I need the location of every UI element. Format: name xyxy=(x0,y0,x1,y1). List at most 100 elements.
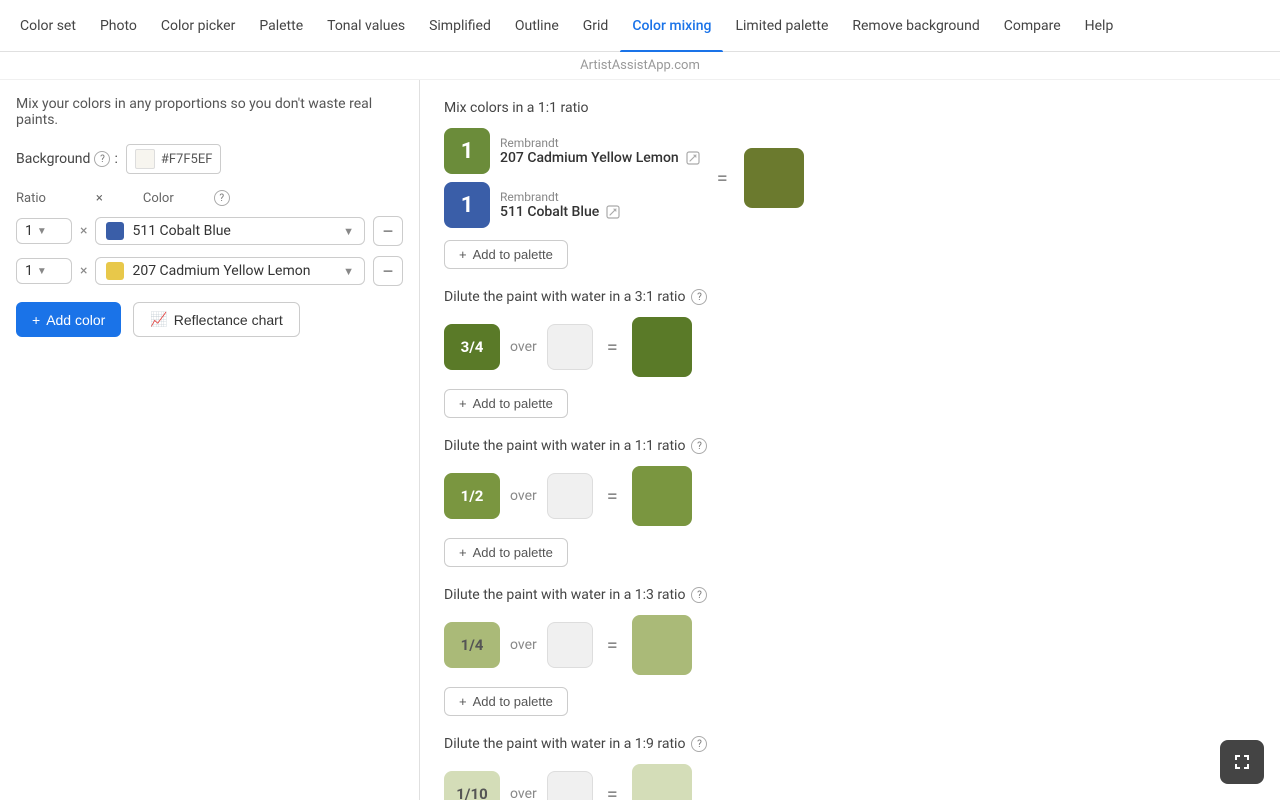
mix-1-1-title: Mix colors in a 1:1 ratio xyxy=(444,100,1256,116)
add-to-palette-mix[interactable]: + Add to palette xyxy=(444,240,568,269)
color-help-icon[interactable]: ? xyxy=(214,190,230,206)
color-chevron-1: ▼ xyxy=(343,225,354,238)
expand-button[interactable] xyxy=(1220,740,1264,784)
color-name-2: 207 Cadmium Yellow Lemon xyxy=(132,263,335,279)
nav-item-compare[interactable]: Compare xyxy=(992,0,1073,52)
dilute-result-2 xyxy=(632,615,692,675)
dilute-title-text-3: Dilute the paint with water in a 1:9 rat… xyxy=(444,736,685,752)
nav-item-color-set[interactable]: Color set xyxy=(8,0,88,52)
nav-item-outline[interactable]: Outline xyxy=(503,0,571,52)
nav-bar: Color setPhotoColor pickerPaletteTonal v… xyxy=(0,0,1280,52)
color-dot-2 xyxy=(106,262,124,280)
dilute-sections: Dilute the paint with water in a 3:1 rat… xyxy=(444,289,1256,800)
bottom-buttons: + Add color 📈 Reflectance chart xyxy=(16,302,403,337)
add-icon-dilute-2: + xyxy=(459,694,467,709)
over-text-3: over xyxy=(510,786,537,800)
add-to-palette-dilute-2[interactable]: + Add to palette xyxy=(444,687,568,716)
background-label: Background ?: xyxy=(16,151,118,167)
dilute-row-3: 1/10 over = xyxy=(444,764,1256,800)
nav-item-photo[interactable]: Photo xyxy=(88,0,149,52)
equals-dilute-1: = xyxy=(603,484,622,508)
dilute-row-0: 3/4 over = xyxy=(444,317,1256,377)
chart-icon: 📈 xyxy=(150,311,167,328)
dilute-help-icon-2[interactable]: ? xyxy=(691,587,707,603)
dilute-badge-2: 1/4 xyxy=(444,622,500,668)
ratio-select-1[interactable]: 1 ▼ xyxy=(16,218,72,244)
paint-info-1: Rembrandt 207 Cadmium Yellow Lemon xyxy=(500,136,701,166)
dilute-title-text-1: Dilute the paint with water in a 1:1 rat… xyxy=(444,438,685,454)
dilute-row-1: 1/2 over = xyxy=(444,466,1256,526)
dilute-result-1 xyxy=(632,466,692,526)
remove-color-2[interactable]: − xyxy=(373,256,403,286)
nav-item-palette[interactable]: Palette xyxy=(247,0,315,52)
dilute-section-1: Dilute the paint with water in a 1:1 rat… xyxy=(444,438,1256,567)
color-selector-1[interactable]: 511 Cobalt Blue ▼ xyxy=(95,217,365,245)
background-swatch xyxy=(135,149,155,169)
paint-badge-1: 1 xyxy=(444,128,490,174)
paint-entry-2: 1 Rembrandt 511 Cobalt Blue xyxy=(444,182,701,228)
ratio-value-2: 1 xyxy=(25,263,33,279)
color-row-1: 1 ▼ × 511 Cobalt Blue ▼ − xyxy=(16,216,403,246)
paint-entries: 1 Rembrandt 207 Cadmium Yellow Lemon xyxy=(444,128,701,228)
add-palette-label-dilute-2: Add to palette xyxy=(473,694,553,709)
dilute-help-icon-3[interactable]: ? xyxy=(691,736,707,752)
color-chevron-2: ▼ xyxy=(343,265,354,278)
nav-item-help[interactable]: Help xyxy=(1073,0,1126,52)
nav-item-tonal-values[interactable]: Tonal values xyxy=(315,0,417,52)
ratio-value-1: 1 xyxy=(25,223,33,239)
water-swatch-0 xyxy=(547,324,593,370)
watermark: ArtistAssistApp.com xyxy=(0,52,1280,80)
dilute-help-icon-0[interactable]: ? xyxy=(691,289,707,305)
ratio-chevron-2: ▼ xyxy=(37,266,47,277)
over-text-2: over xyxy=(510,637,537,653)
over-text-0: over xyxy=(510,339,537,355)
add-icon-dilute-1: + xyxy=(459,545,467,560)
dilute-row-2: 1/4 over = xyxy=(444,615,1256,675)
ratio-chevron-1: ▼ xyxy=(37,226,47,237)
background-help-icon[interactable]: ? xyxy=(94,151,110,167)
dilute-title-0: Dilute the paint with water in a 3:1 rat… xyxy=(444,289,1256,305)
times-1: × xyxy=(80,223,87,239)
paint-name-text-1: 207 Cadmium Yellow Lemon xyxy=(500,150,679,166)
color-row-2: 1 ▼ × 207 Cadmium Yellow Lemon ▼ − xyxy=(16,256,403,286)
right-panel: Mix colors in a 1:1 ratio 1 Rembrandt 20… xyxy=(420,80,1280,800)
nav-item-simplified[interactable]: Simplified xyxy=(417,0,503,52)
ratio-select-2[interactable]: 1 ▼ xyxy=(16,258,72,284)
edit-icon-1[interactable] xyxy=(685,150,701,166)
nav-item-color-picker[interactable]: Color picker xyxy=(149,0,247,52)
color-dot-1 xyxy=(106,222,124,240)
remove-color-1[interactable]: − xyxy=(373,216,403,246)
nav-item-remove-background[interactable]: Remove background xyxy=(840,0,991,52)
over-text-1: over xyxy=(510,488,537,504)
add-palette-label-dilute-1: Add to palette xyxy=(473,545,553,560)
paint-name-2: 511 Cobalt Blue xyxy=(500,204,621,220)
water-swatch-1 xyxy=(547,473,593,519)
paint-entry-1: 1 Rembrandt 207 Cadmium Yellow Lemon xyxy=(444,128,701,174)
reflectance-chart-button[interactable]: 📈 Reflectance chart xyxy=(133,302,299,337)
add-color-label: Add color xyxy=(46,312,105,328)
dilute-badge-1: 1/2 xyxy=(444,473,500,519)
dilute-badge-0: 3/4 xyxy=(444,324,500,370)
dilute-title-text-2: Dilute the paint with water in a 1:3 rat… xyxy=(444,587,685,603)
dilute-result-3 xyxy=(632,764,692,800)
nav-item-color-mixing[interactable]: Color mixing xyxy=(620,0,723,52)
dilute-result-0 xyxy=(632,317,692,377)
dilute-title-text-0: Dilute the paint with water in a 3:1 rat… xyxy=(444,289,685,305)
add-icon-dilute-0: + xyxy=(459,396,467,411)
mix-1-1-section: Mix colors in a 1:1 ratio 1 Rembrandt 20… xyxy=(444,100,1256,269)
equals-sign-mix: = xyxy=(713,166,732,190)
edit-icon-2[interactable] xyxy=(605,204,621,220)
paint-info-2: Rembrandt 511 Cobalt Blue xyxy=(500,190,621,220)
add-to-palette-dilute-0[interactable]: + Add to palette xyxy=(444,389,568,418)
nav-item-limited-palette[interactable]: Limited palette xyxy=(723,0,840,52)
add-to-palette-dilute-1[interactable]: + Add to palette xyxy=(444,538,568,567)
paint-brand-1: Rembrandt xyxy=(500,136,701,150)
background-swatch-box[interactable]: #F7F5EF xyxy=(126,144,222,174)
add-palette-icon: + xyxy=(459,247,467,262)
add-color-button[interactable]: + Add color xyxy=(16,302,121,337)
color-selector-2[interactable]: 207 Cadmium Yellow Lemon ▼ xyxy=(95,257,365,285)
nav-item-grid[interactable]: Grid xyxy=(571,0,621,52)
dilute-help-icon-1[interactable]: ? xyxy=(691,438,707,454)
add-palette-label-dilute-0: Add to palette xyxy=(473,396,553,411)
paint-brand-2: Rembrandt xyxy=(500,190,621,204)
